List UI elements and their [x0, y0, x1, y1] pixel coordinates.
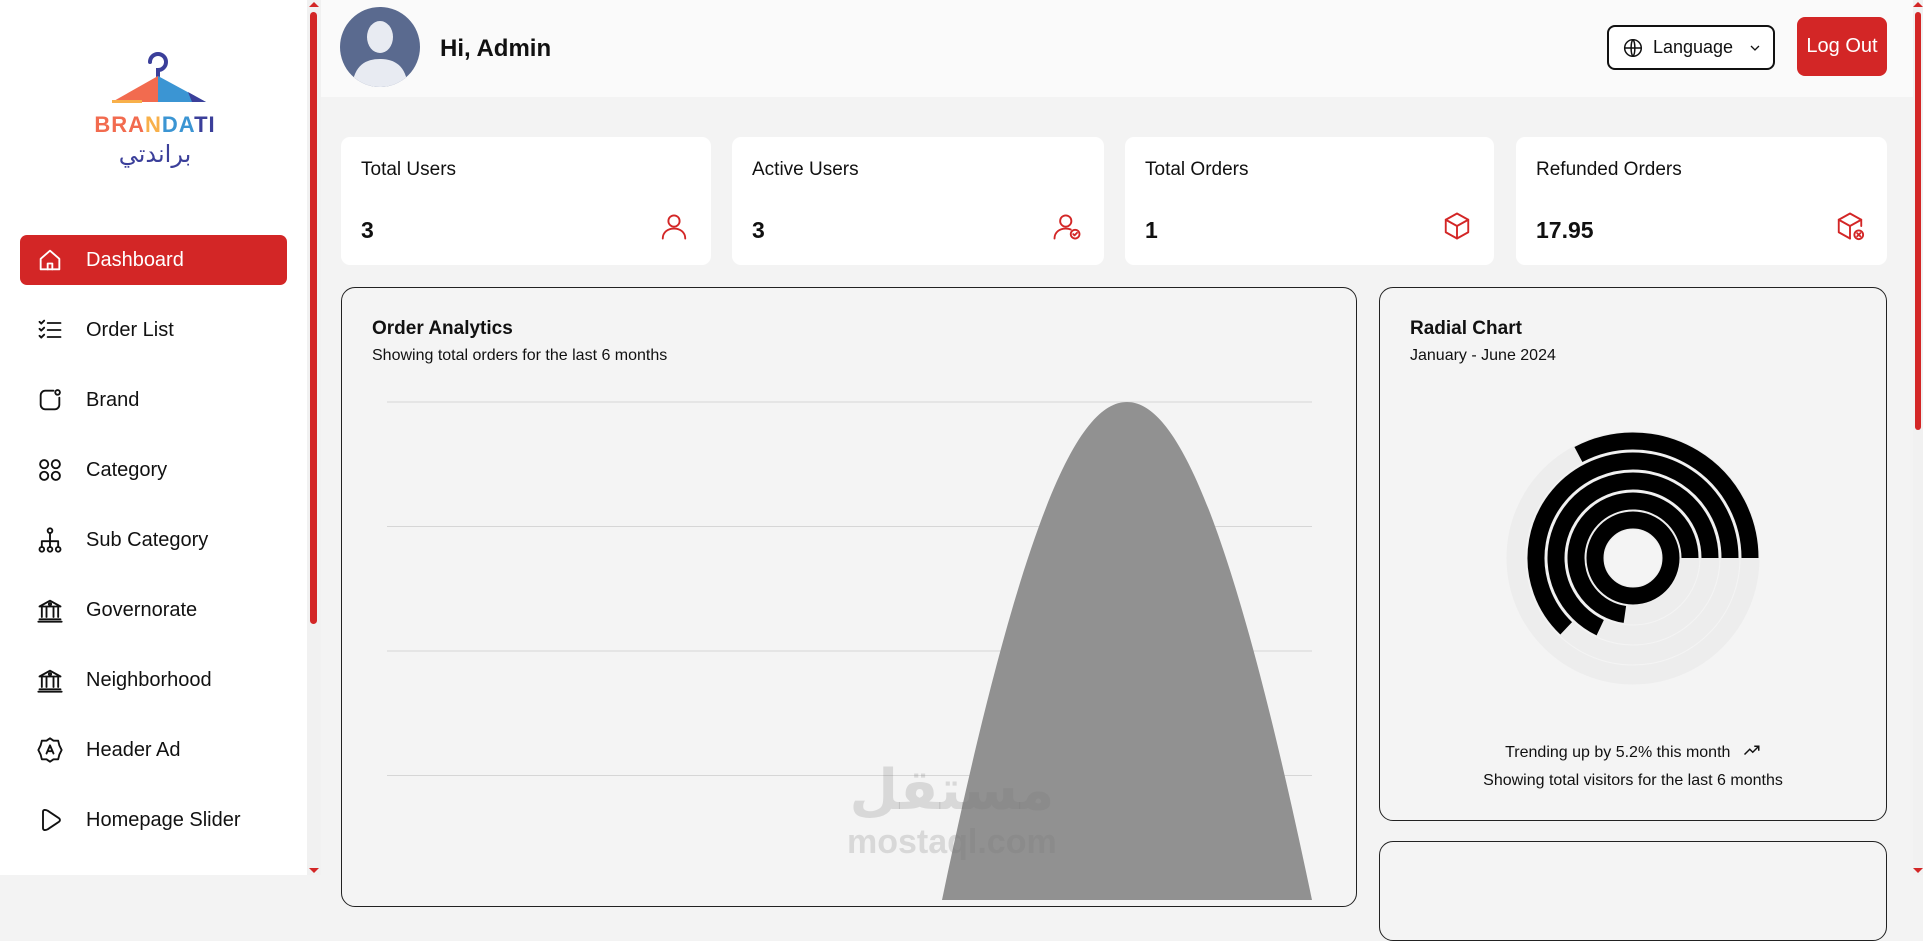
order-analytics-card: Order Analytics Showing total orders for…: [341, 287, 1357, 907]
watermark: مستقل mostaql.com: [847, 758, 1057, 861]
badge-a-icon: [37, 737, 63, 763]
sidebar-item-label: Neighborhood: [86, 668, 212, 691]
bank-icon: [37, 669, 63, 693]
sidebar-item-label: Governorate: [86, 598, 198, 621]
stat-card-total-users: Total Users 3: [341, 137, 711, 265]
sidebar-item-header-ad[interactable]: Header Ad: [20, 725, 287, 775]
sidebar-item-category[interactable]: Category: [20, 445, 287, 495]
brandati-logo: BRANDATI براندتي: [94, 52, 215, 168]
logout-button[interactable]: Log Out: [1797, 17, 1887, 76]
globe-icon: [1623, 38, 1643, 57]
scroll-down-icon[interactable]: [309, 868, 319, 873]
radial-chart-card: Radial Chart January - June 2024 Trendin…: [1379, 287, 1887, 821]
box-icon: [1444, 212, 1470, 240]
sidebar-item-label: Brand: [86, 388, 140, 411]
scrollbar-thumb[interactable]: [1915, 12, 1921, 430]
radial-chart: [1506, 431, 1760, 685]
sidebar: BRANDATI براندتي Dashboard Order List Bran…: [0, 0, 307, 875]
sidebar-item-sub-category[interactable]: Sub Category: [20, 515, 287, 565]
user-check-icon: [1053, 214, 1081, 240]
sidebar-item-order-list[interactable]: Order List: [20, 305, 287, 355]
sidebar-item-label: Sub Category: [86, 528, 209, 551]
stat-value: 1: [1145, 217, 1158, 243]
stat-card-refunded-orders: Refunded Orders 17.95: [1516, 137, 1887, 265]
stat-value: 17.95: [1536, 217, 1594, 243]
sidebar-scrollbar[interactable]: [307, 0, 321, 875]
trend-text: Trending up by 5.2% this month: [1380, 743, 1886, 762]
stat-card-active-users: Active Users 3: [732, 137, 1104, 265]
scroll-up-icon[interactable]: [1913, 2, 1923, 7]
sidebar-item-label: Dashboard: [86, 248, 184, 271]
sidebar-item-label: Homepage Slider: [86, 808, 241, 831]
list-checks-icon: [38, 319, 62, 339]
user-icon: [661, 214, 687, 240]
avatar[interactable]: [340, 7, 420, 87]
brand-icon: [39, 389, 61, 411]
stat-card-total-orders: Total Orders 1: [1125, 137, 1494, 265]
language-label: Language: [1652, 37, 1734, 57]
play-shape-icon: [42, 808, 61, 832]
stat-title: Total Users: [361, 159, 457, 180]
stat-title: Total Orders: [1145, 159, 1249, 180]
stat-value: 3: [361, 217, 374, 243]
home-icon: [39, 249, 61, 271]
user-silhouette-icon: [352, 21, 408, 87]
greeting: Hi, Admin: [440, 35, 552, 62]
scroll-down-icon[interactable]: [1913, 868, 1923, 873]
page-scrollbar[interactable]: [1913, 0, 1923, 875]
next-card: [1379, 841, 1887, 941]
sidebar-item-neighborhood[interactable]: Neighborhood: [20, 655, 287, 705]
sidebar-item-label: Category: [86, 458, 168, 481]
sidebar-item-label: Order List: [86, 318, 174, 341]
chevron-down-icon: [1750, 45, 1760, 51]
sidebar-item-homepage-slider[interactable]: Homepage Slider: [20, 795, 287, 845]
hierarchy-icon: [38, 527, 62, 553]
box-x-icon: [1837, 212, 1865, 241]
scrollbar-thumb[interactable]: [310, 12, 317, 624]
sidebar-item-governorate[interactable]: Governorate: [20, 585, 287, 635]
sidebar-item-dashboard[interactable]: Dashboard: [20, 235, 287, 285]
stat-value: 3: [752, 217, 765, 243]
svg-text:BRANDATI: BRANDATI: [94, 112, 215, 137]
svg-text:براندتي: براندتي: [119, 140, 192, 168]
header: Hi, Admin Language Log Out: [321, 0, 1913, 97]
scroll-up-icon[interactable]: [309, 2, 319, 7]
radial-bar: [1586, 511, 1680, 605]
sidebar-item-brand[interactable]: Brand: [20, 375, 287, 425]
trending-up-icon: [1743, 745, 1760, 756]
language-select[interactable]: Language: [1607, 25, 1775, 70]
stat-title: Refunded Orders: [1536, 159, 1682, 180]
stat-title: Active Users: [752, 159, 859, 180]
bank-icon: [37, 599, 63, 623]
sidebar-item-label: Header Ad: [86, 738, 181, 761]
grid-circles-icon: [39, 459, 61, 481]
sidebar-nav: Dashboard Order List Brand Category Sub Cate…: [20, 235, 287, 865]
radial-footer: Showing total visitors for the last 6 mo…: [1483, 772, 1783, 789]
